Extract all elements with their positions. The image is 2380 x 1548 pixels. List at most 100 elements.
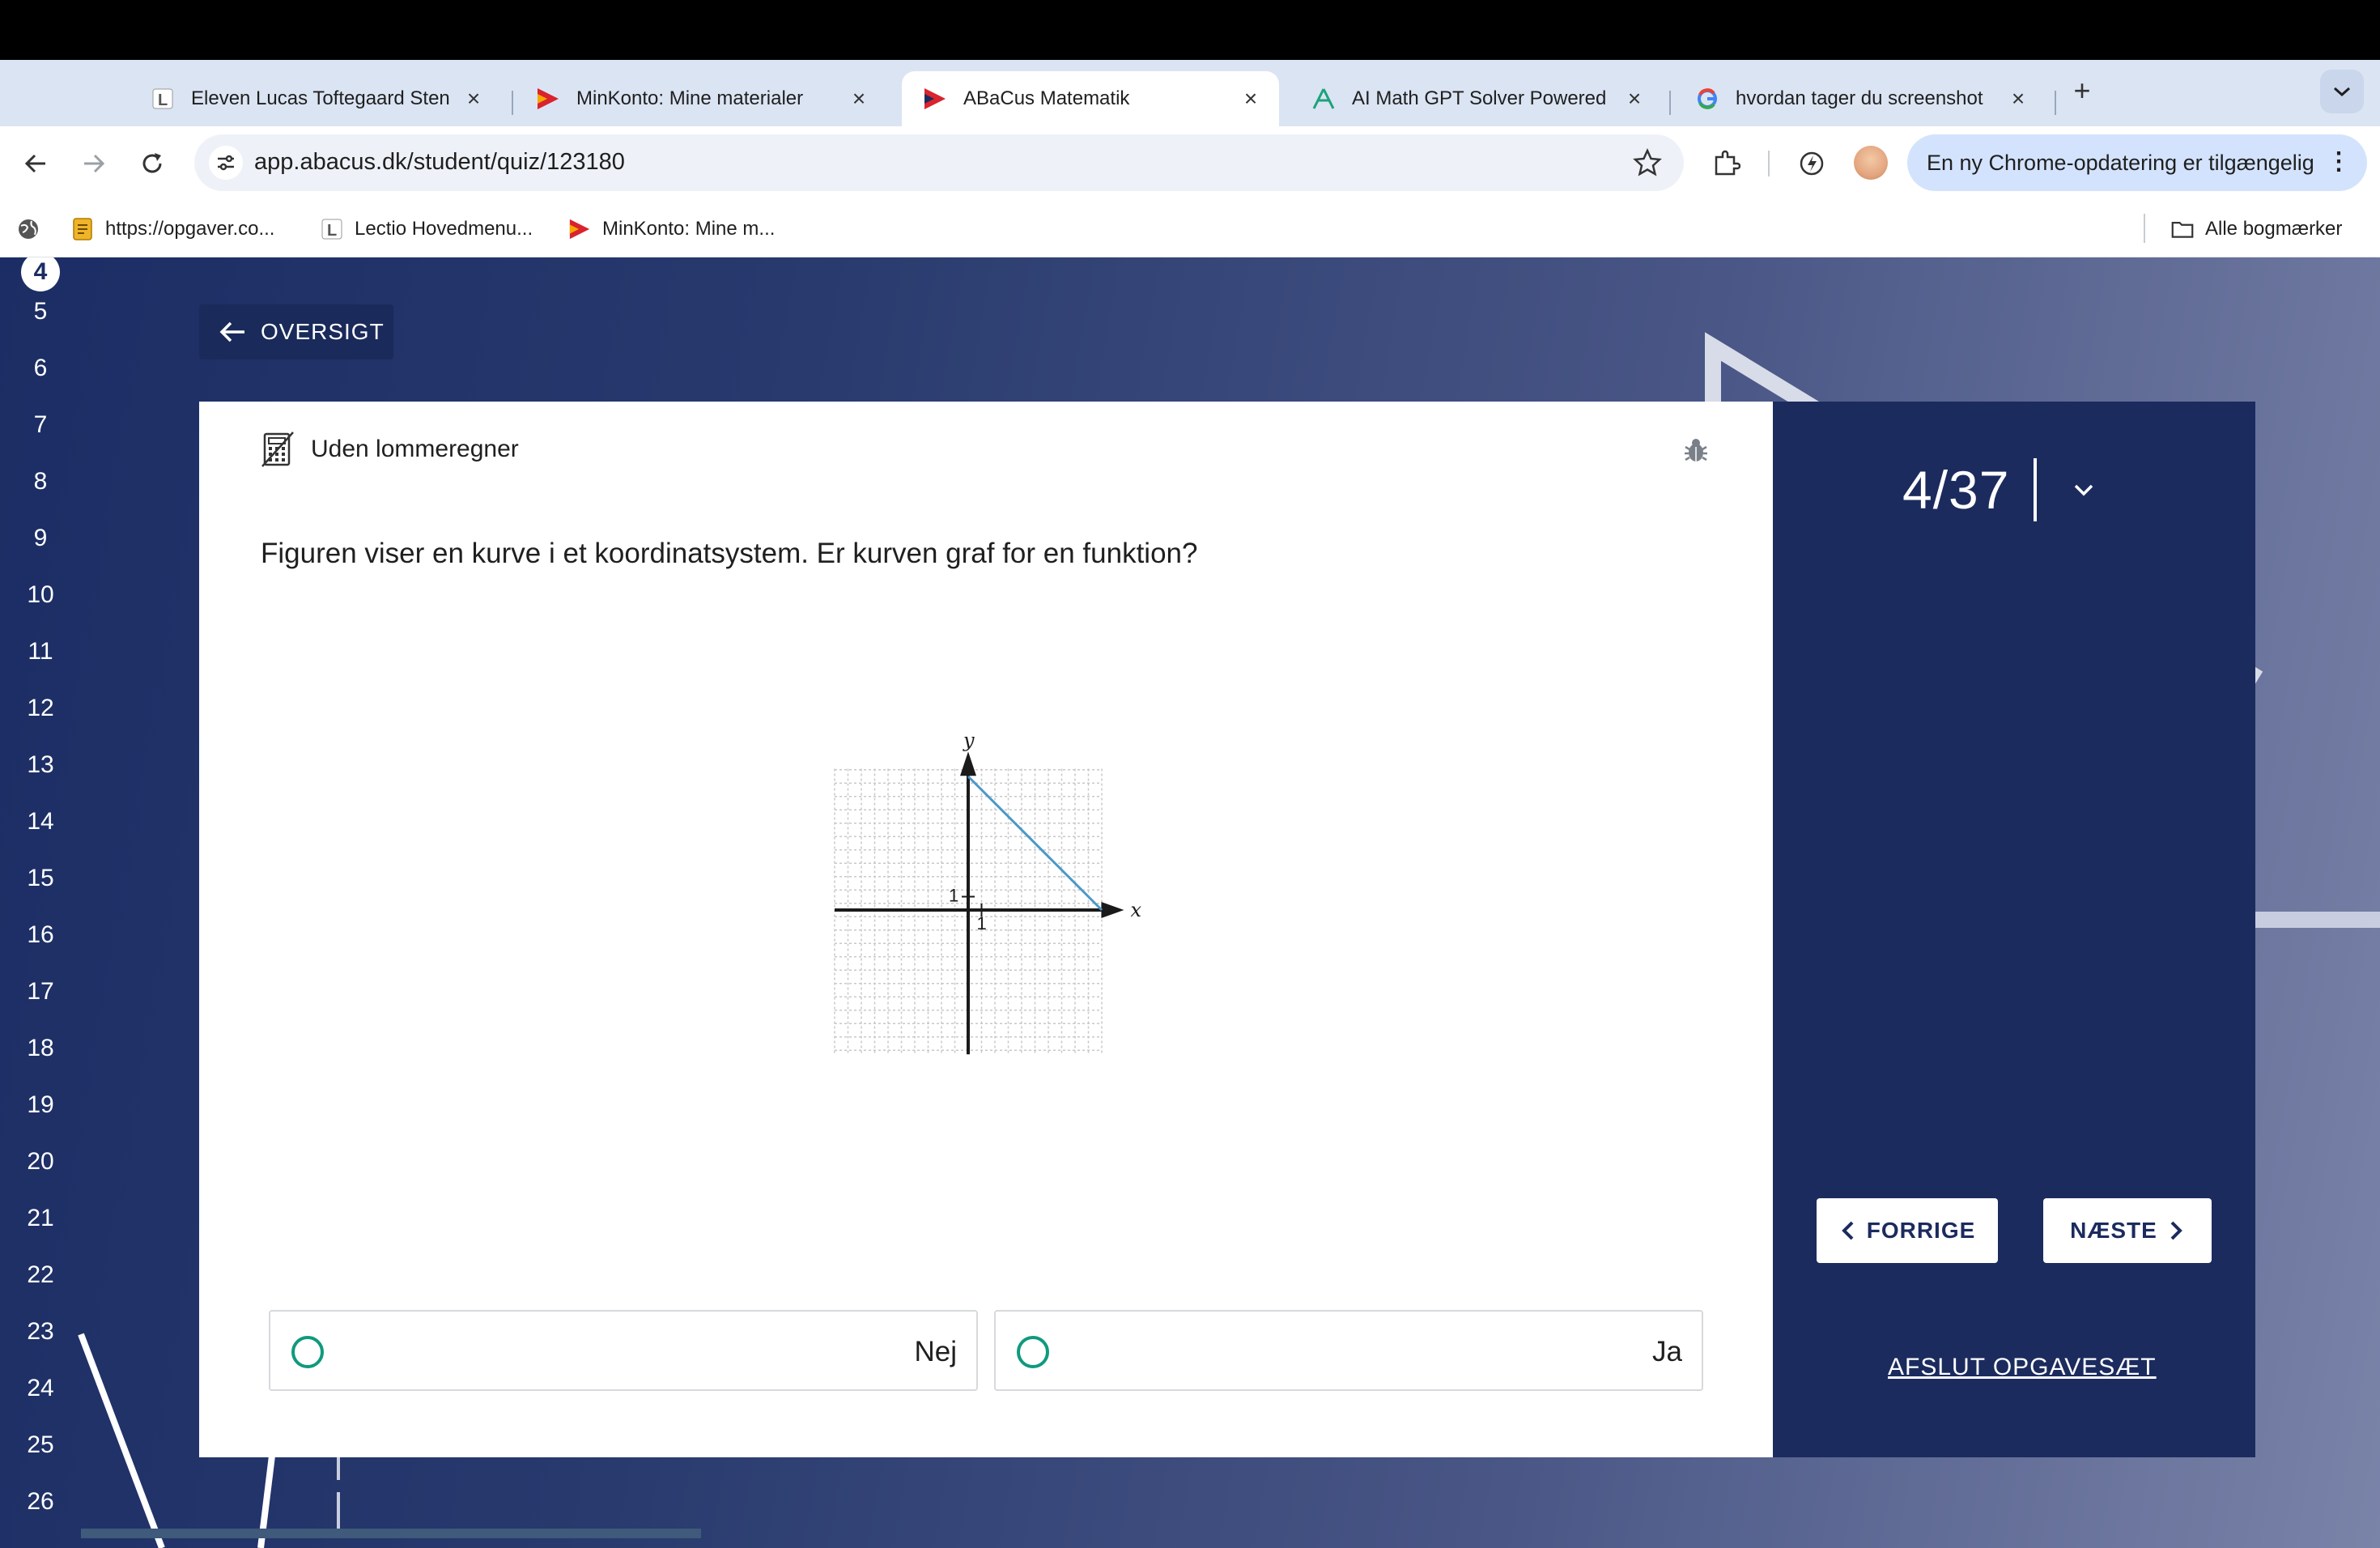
line-number[interactable]: 9 <box>0 525 81 552</box>
question-text: Figuren viser en kurve i et koordinatsys… <box>261 538 1198 569</box>
tab-separator <box>2055 91 2056 115</box>
chrome-update-button[interactable]: En ny Chrome-opdatering er tilgængelig ⋮ <box>1907 134 2367 191</box>
tab-title: MinKonto: Mine materialer <box>576 87 804 109</box>
tab-abacus[interactable]: ABaCus Matematik × <box>902 71 1279 126</box>
arrow-left-icon <box>219 321 244 342</box>
star-icon[interactable] <box>1632 147 1663 178</box>
calculator-hint: Uden lommeregner <box>261 431 519 468</box>
document-icon <box>71 218 94 240</box>
toolbar-separator <box>1768 151 1770 176</box>
line-number[interactable]: 20 <box>0 1148 81 1176</box>
bookmark-opgaver[interactable]: https://opgaver.co... <box>71 214 274 245</box>
finish-quiz-link[interactable]: AFSLUT OPGAVESÆT <box>1888 1354 2157 1381</box>
line-number[interactable]: 21 <box>0 1205 81 1232</box>
chevron-down-icon[interactable] <box>2072 482 2095 498</box>
close-icon[interactable]: × <box>461 86 486 111</box>
site-settings-icon[interactable] <box>209 146 243 180</box>
tab-title: AI Math GPT Solver Powered <box>1352 87 1607 109</box>
new-tab-button[interactable]: + <box>2066 74 2098 107</box>
lectio-icon: L <box>321 218 343 240</box>
line-number[interactable]: 15 <box>0 865 81 892</box>
tab-mathgpt[interactable]: AI Math GPT Solver Powered × <box>1290 71 1663 126</box>
close-icon[interactable]: × <box>2006 86 2030 111</box>
performance-icon[interactable] <box>1794 146 1830 181</box>
navigation-panel: 4/37 <box>1773 402 2255 1457</box>
next-button[interactable]: NÆSTE <box>2043 1198 2212 1263</box>
tab-google[interactable]: hvordan tager du screenshot × <box>1674 71 2046 126</box>
all-bookmarks-label: Alle bogmærker <box>2205 218 2343 240</box>
tab-title: Eleven Lucas Toftegaard Sten <box>191 87 450 109</box>
tab-search-button[interactable] <box>2320 70 2364 113</box>
globe-icon <box>16 214 40 245</box>
more-menu-icon[interactable]: ⋮ <box>2327 147 2351 176</box>
bookmark-minkonto[interactable]: MinKonto: Mine m... <box>568 214 775 245</box>
line-number[interactable]: 8 <box>0 468 81 495</box>
google-icon <box>1695 87 1719 111</box>
reload-icon[interactable] <box>133 144 172 183</box>
line-numbers: 4 5 6 7 8 9 10 11 12 13 14 15 16 17 18 19 20 21 22 23 24 25 26 <box>0 257 81 1548</box>
bug-report-icon[interactable] <box>1682 437 1710 465</box>
minkonto-icon <box>536 87 560 111</box>
line-number[interactable]: 22 <box>0 1261 81 1289</box>
line-number[interactable]: 5 <box>0 298 81 325</box>
line-number[interactable]: 18 <box>0 1035 81 1062</box>
url-text: app.abacus.dk/student/quiz/123180 <box>254 149 625 175</box>
y-axis-arrowhead <box>960 751 976 776</box>
back-label: OVERSIGT <box>261 319 385 344</box>
tab-title: hvordan tager du screenshot <box>1736 87 1983 109</box>
close-icon[interactable]: × <box>1622 86 1647 111</box>
y-tick-label: 1 <box>949 886 958 906</box>
line-number[interactable]: 10 <box>0 581 81 609</box>
tab-title: ABaCus Matematik <box>963 87 1130 109</box>
line-number[interactable]: 19 <box>0 1091 81 1119</box>
answer-option-ja[interactable]: Ja <box>994 1310 1703 1391</box>
progress-text: 4/37 <box>1902 460 2010 520</box>
answer-option-nej[interactable]: Nej <box>269 1310 978 1391</box>
line-number[interactable]: 14 <box>0 808 81 836</box>
line-number[interactable]: 11 <box>0 638 81 666</box>
x-axis-arrowhead <box>1101 902 1124 918</box>
tab-lectio[interactable]: L Eleven Lucas Toftegaard Sten × <box>130 71 502 126</box>
next-label: NÆSTE <box>2070 1218 2157 1243</box>
quiz-page: 4 5 6 7 8 9 10 11 12 13 14 15 16 17 18 19 20 21 22 23 24 25 26… <box>0 257 2380 1548</box>
tab-minkonto[interactable]: MinKonto: Mine materialer × <box>515 71 887 126</box>
all-bookmarks-button[interactable]: Alle bogmærker <box>2171 214 2342 245</box>
svg-text:L: L <box>327 222 337 240</box>
counter-divider <box>2034 458 2038 521</box>
profile-avatar[interactable] <box>1854 146 1888 180</box>
x-axis-label: x <box>1130 899 1141 921</box>
line-number[interactable]: 12 <box>0 695 81 722</box>
line-number[interactable]: 17 <box>0 978 81 1006</box>
line-number[interactable]: 23 <box>0 1318 81 1346</box>
line-number[interactable]: 26 <box>0 1488 81 1516</box>
line-number-current[interactable]: 4 <box>21 257 60 291</box>
tab-separator <box>1669 91 1671 115</box>
radio-button[interactable] <box>291 1336 324 1368</box>
calculator-off-icon <box>261 432 294 467</box>
line-number[interactable]: 24 <box>0 1375 81 1402</box>
macos-menu-bar <box>0 0 2380 60</box>
line-number[interactable]: 25 <box>0 1431 81 1459</box>
option-label: Nej <box>914 1336 957 1367</box>
line-number[interactable]: 13 <box>0 751 81 779</box>
line-number[interactable]: 6 <box>0 355 81 382</box>
x-tick-label: 1 <box>977 913 987 933</box>
close-icon[interactable]: × <box>1239 86 1263 111</box>
question-counter[interactable]: 4/37 <box>1902 458 2095 521</box>
calculator-label: Uden lommeregner <box>311 436 519 462</box>
line-number[interactable]: 7 <box>0 411 81 439</box>
bookmark-label: https://opgaver.co... <box>105 218 275 240</box>
previous-button[interactable]: FORRIGE <box>1817 1198 1998 1263</box>
overview-back-button[interactable]: OVERSIGT <box>199 304 393 359</box>
bookmark-lectio[interactable]: L Lectio Hovedmenu... <box>321 214 533 245</box>
address-bar[interactable]: app.abacus.dk/student/quiz/123180 <box>194 134 1684 191</box>
forward-arrow-icon[interactable] <box>74 144 113 183</box>
abacus-icon <box>923 87 947 111</box>
extensions-icon[interactable] <box>1708 146 1744 181</box>
line-number[interactable]: 16 <box>0 921 81 949</box>
close-icon[interactable]: × <box>847 86 871 111</box>
back-arrow-icon[interactable] <box>16 144 55 183</box>
previous-label: FORRIGE <box>1866 1218 1976 1243</box>
radio-button[interactable] <box>1017 1336 1049 1368</box>
bookmarks-bar: https://opgaver.co... L Lectio Hovedmenu… <box>0 201 2380 257</box>
